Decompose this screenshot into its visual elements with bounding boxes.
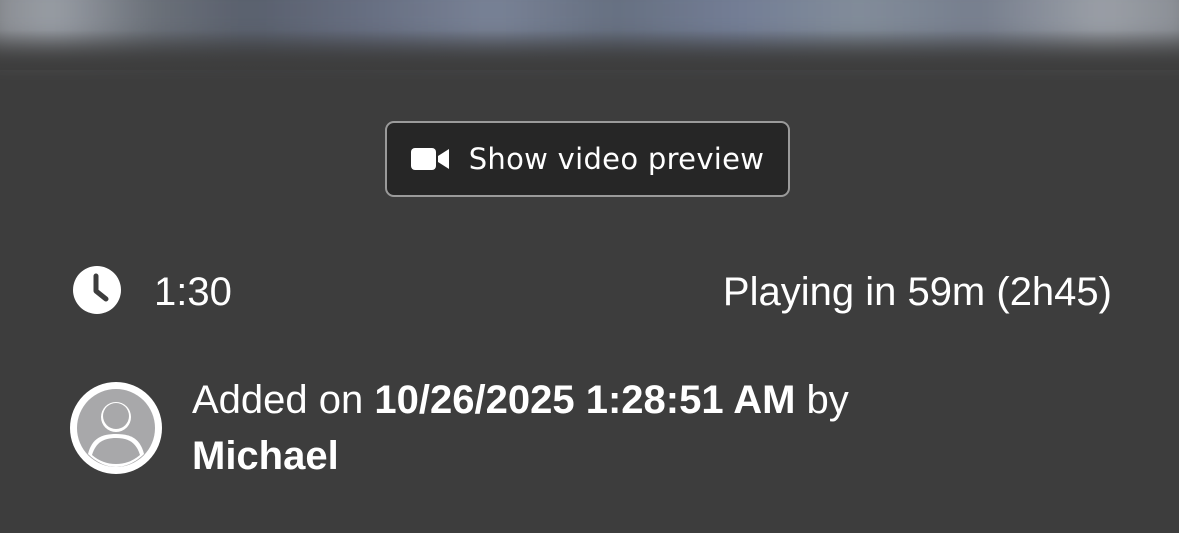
duration: 1:30 bbox=[72, 265, 232, 320]
added-by-user[interactable]: Michael bbox=[192, 434, 339, 478]
added-by-text: Added on 10/26/2025 1:28:51 AM by Michae… bbox=[192, 372, 849, 484]
show-video-preview-button[interactable]: Show video preview bbox=[385, 121, 790, 197]
default-avatar-icon bbox=[70, 382, 162, 474]
showtime-text: Playing in 59m (2h45) bbox=[722, 269, 1112, 314]
thumbnail-fade bbox=[0, 30, 1179, 70]
video-camera-icon bbox=[410, 147, 451, 171]
added-datetime: 10/26/2025 1:28:51 AM bbox=[374, 378, 796, 422]
added-by-row: Added on 10/26/2025 1:28:51 AM by Michae… bbox=[70, 372, 1130, 484]
duration-value: 1:30 bbox=[154, 269, 232, 314]
added-prefix: Added on bbox=[192, 378, 364, 422]
runtime-info-row: 1:30 Playing in 59m (2h45) bbox=[72, 262, 1112, 322]
show-video-preview-label: Show video preview bbox=[468, 142, 765, 176]
clock-icon bbox=[72, 265, 122, 320]
media-detail-panel: Show video preview 1:30 Playing in 59m (… bbox=[0, 0, 1179, 533]
added-by-word: by bbox=[806, 378, 849, 422]
